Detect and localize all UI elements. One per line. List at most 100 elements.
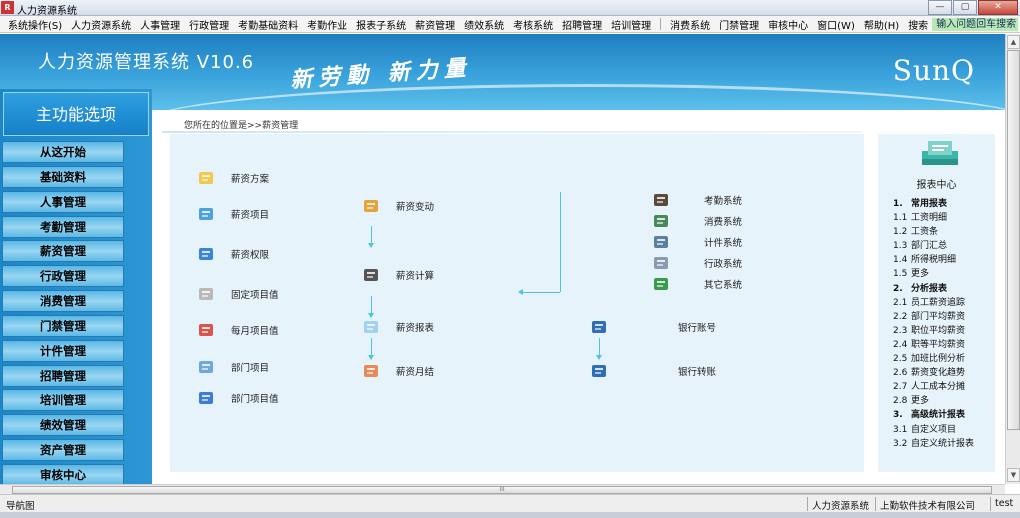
flow-item-label: 薪资计算 bbox=[396, 271, 435, 282]
flow-item-label: 薪资报表 bbox=[396, 323, 435, 334]
report-link[interactable]: 1.4 所得税明细 bbox=[893, 252, 995, 266]
flow-item[interactable]: 固定项目值 bbox=[197, 285, 279, 303]
sidebar-item[interactable]: 绩效管理 bbox=[2, 414, 124, 437]
taskbar-strip bbox=[0, 512, 1020, 518]
sidebar-item[interactable]: 从这开始 bbox=[2, 141, 124, 163]
menu-item[interactable]: 窗口(W) bbox=[817, 17, 855, 32]
flow-item[interactable]: 每月项目值 bbox=[197, 321, 279, 339]
menu-item[interactable]: 人力资源系统 bbox=[71, 17, 131, 32]
menu-item[interactable]: 系统操作(S) bbox=[8, 17, 62, 32]
report-number: 1.4 bbox=[893, 255, 908, 266]
menu-item[interactable]: 考勤基础资料 bbox=[238, 17, 298, 32]
flow-item[interactable]: 银行账号 bbox=[590, 318, 716, 336]
sidebar-item[interactable]: 行政管理 bbox=[2, 265, 124, 288]
flow-item[interactable]: 银行转账 bbox=[590, 362, 716, 380]
sidebar-item[interactable]: 人事管理 bbox=[2, 190, 124, 213]
people-icon bbox=[362, 197, 380, 215]
menu-item[interactable]: 搜索 bbox=[908, 17, 928, 32]
sidebar-item[interactable]: 门禁管理 bbox=[2, 314, 124, 337]
sidebar-item[interactable]: 消费管理 bbox=[2, 290, 124, 313]
report-center-icon bbox=[922, 141, 958, 165]
report-link[interactable]: 1.2 工资条 bbox=[893, 224, 995, 238]
menu-item[interactable]: 考核系统 bbox=[513, 17, 553, 32]
flow-item[interactable]: 部门项目 bbox=[197, 358, 269, 376]
flow-item[interactable]: 计件系统 bbox=[652, 233, 742, 251]
menu-item[interactable]: 绩效系统 bbox=[464, 17, 504, 32]
flow-item[interactable]: 其它系统 bbox=[652, 275, 742, 293]
report-number: 1.5 bbox=[893, 269, 908, 280]
flow-item-label: 薪资方案 bbox=[231, 174, 270, 185]
report-link[interactable]: 3.1 自定义项目 bbox=[893, 422, 995, 436]
maximize-button[interactable]: ▢ bbox=[953, 0, 977, 15]
menu-item[interactable]: 门禁管理 bbox=[719, 17, 759, 32]
menu-item[interactable]: 报表子系统 bbox=[356, 17, 406, 32]
menu-item[interactable]: 帮助(H) bbox=[864, 17, 899, 32]
scroll-thumb-h[interactable]: III bbox=[12, 486, 992, 494]
stamp-icon bbox=[362, 362, 380, 380]
flow-item[interactable]: 薪资项目 bbox=[197, 205, 269, 223]
flow-arrow bbox=[368, 226, 374, 248]
status-nav[interactable]: 导航图 bbox=[6, 498, 35, 512]
report-link[interactable]: 2.2 部门平均薪资 bbox=[893, 309, 995, 323]
menu-item[interactable]: 考勤作业 bbox=[307, 17, 347, 32]
bank-icon bbox=[590, 318, 608, 336]
sidebar-item[interactable]: 审核中心 bbox=[2, 463, 124, 486]
menu-item[interactable]: 人事管理 bbox=[140, 17, 180, 32]
sidebar-item[interactable]: 资产管理 bbox=[2, 439, 124, 462]
flow-item[interactable]: 薪资方案 bbox=[197, 169, 269, 187]
flow-item[interactable]: 消费系统 bbox=[652, 212, 742, 230]
report-number: 3. bbox=[893, 410, 903, 421]
banner-arc-decoration bbox=[140, 84, 1005, 110]
report-label: 人工成本分摊 bbox=[911, 382, 966, 393]
menu-item[interactable]: 培训管理 bbox=[611, 17, 651, 32]
menu-item[interactable]: 行政管理 bbox=[189, 17, 229, 32]
report-list: 1. 常用报表 1.1 工资明细 1.2 工资条 1.3 部门汇总 1.4 所得税明细 1.5 更多 2… bbox=[893, 196, 995, 450]
menu-item[interactable]: 消费系统 bbox=[670, 17, 710, 32]
report-link[interactable]: 1.1 工资明细 bbox=[893, 210, 995, 224]
flow-item[interactable]: 部门项目值 bbox=[197, 389, 279, 407]
report-label: 分析报表 bbox=[911, 283, 948, 294]
report-link[interactable]: 2.8 更多 bbox=[893, 393, 995, 407]
scroll-thumb[interactable] bbox=[1007, 50, 1020, 430]
report-link[interactable]: 2.1 员工薪资追踪 bbox=[893, 295, 995, 309]
flow-item[interactable]: 考勤系统 bbox=[652, 191, 742, 209]
flow-item[interactable]: 薪资变动 bbox=[362, 197, 434, 215]
flow-item[interactable]: 薪资月结 bbox=[362, 362, 434, 380]
report-link[interactable]: 2.3 职位平均薪资 bbox=[893, 323, 995, 337]
report-number: 2.4 bbox=[893, 339, 908, 350]
report-link[interactable]: 2.7 人工成本分摊 bbox=[893, 379, 995, 393]
search-input[interactable]: 输入问题回车搜索 bbox=[932, 17, 1019, 31]
flow-item[interactable]: 薪资计算 bbox=[362, 266, 434, 284]
report-section-heading: 1. 常用报表 bbox=[893, 196, 995, 210]
sidebar-item[interactable]: 招聘管理 bbox=[2, 364, 124, 387]
report-link[interactable]: 2.6 薪资变化趋势 bbox=[893, 365, 995, 379]
menu-bar: 系统操作(S) 人力资源系统 人事管理 行政管理 考勤基础资料 考勤作业 报表子系统 薪资管理… bbox=[0, 16, 1020, 33]
flow-item-label: 薪资项目 bbox=[231, 210, 270, 221]
sidebar-item[interactable]: 考勤管理 bbox=[2, 215, 124, 238]
sidebar-item[interactable]: 计件管理 bbox=[2, 339, 124, 362]
app-title: 人力资源管理系统 V10.6 bbox=[38, 52, 255, 73]
sidebar-item[interactable]: 基础资料 bbox=[2, 165, 124, 188]
sidebar-item[interactable]: 薪资管理 bbox=[2, 240, 124, 263]
flow-item[interactable]: 薪资报表 bbox=[362, 318, 434, 336]
report-link[interactable]: 2.5 加班比例分析 bbox=[893, 351, 995, 365]
menu-item[interactable]: 薪资管理 bbox=[415, 17, 455, 32]
report-link[interactable]: 2.4 职等平均薪资 bbox=[893, 337, 995, 351]
sidebar-item[interactable]: 培训管理 bbox=[2, 389, 124, 412]
horizontal-scrollbar[interactable]: III bbox=[0, 484, 1005, 494]
sidebar-title: 主功能选项 bbox=[3, 92, 149, 136]
consume-icon bbox=[652, 212, 670, 230]
menu-item[interactable]: 审核中心 bbox=[768, 17, 808, 32]
report-link[interactable]: 1.3 部门汇总 bbox=[893, 238, 995, 252]
flow-item[interactable]: 薪资权限 bbox=[197, 245, 269, 263]
close-button[interactable]: ✕ bbox=[978, 0, 1018, 15]
report-link[interactable]: 3.2 自定义统计报表 bbox=[893, 436, 995, 450]
minimize-button[interactable]: — bbox=[928, 0, 952, 15]
report-link[interactable]: 1.5 更多 bbox=[893, 266, 995, 280]
folder-icon bbox=[197, 169, 215, 187]
menu-item[interactable]: 招聘管理 bbox=[562, 17, 602, 32]
scroll-up-icon[interactable]: ▲ bbox=[1007, 35, 1020, 49]
flow-item[interactable]: 行政系统 bbox=[652, 254, 742, 272]
vertical-scrollbar[interactable]: ▲ ▼ bbox=[1005, 34, 1020, 484]
scroll-down-icon[interactable]: ▼ bbox=[1007, 468, 1020, 482]
